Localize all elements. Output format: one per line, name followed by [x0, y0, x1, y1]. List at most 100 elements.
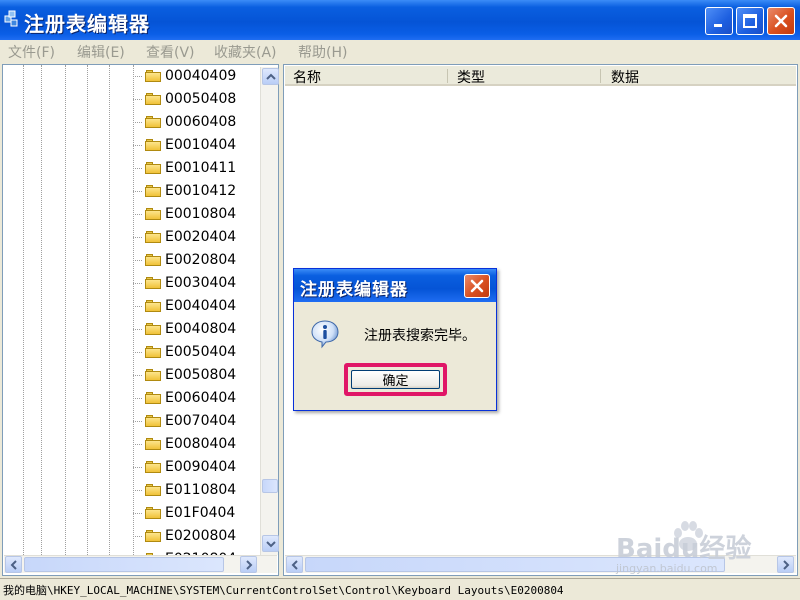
column-type[interactable]: 类型 [457, 67, 485, 87]
tree-horizontal-scrollbar[interactable] [4, 555, 277, 573]
tree-item-label: E0110804 [165, 482, 237, 498]
tree-item-label: E0090404 [165, 459, 237, 475]
registry-tree[interactable]: 00040409 00050408 00060408 E0010404 E0010411… [2, 64, 279, 576]
close-button[interactable] [767, 7, 795, 35]
tree-item-label: E0010411 [165, 160, 237, 176]
tree-item-label: E0020804 [165, 252, 237, 268]
tree-item[interactable]: E0020404 [133, 227, 236, 247]
tree-guide-line [87, 65, 88, 555]
tree-item-label: E01F0404 [165, 505, 236, 521]
folder-icon [145, 323, 161, 335]
tree-guide-line [65, 65, 66, 555]
tree-item[interactable]: E0020804 [133, 250, 236, 270]
folder-icon [145, 162, 161, 174]
chevron-down-icon [265, 540, 276, 547]
scroll-down-button[interactable] [262, 535, 279, 552]
folder-icon [145, 70, 161, 82]
tree-item[interactable]: 00040409 [133, 66, 236, 86]
tree-connector [133, 259, 142, 261]
tree-item[interactable]: E01F0404 [133, 503, 235, 523]
tree-guide-line [109, 65, 110, 555]
tree-item[interactable]: E0040804 [133, 319, 236, 339]
folder-icon [145, 484, 161, 496]
minimize-icon [714, 24, 722, 27]
tree-item[interactable]: 00050408 [133, 89, 236, 109]
tree-connector [133, 213, 142, 215]
tree-item-label: E0200804 [165, 528, 237, 544]
tree-item[interactable]: E0010412 [133, 181, 236, 201]
tree-item[interactable]: E0200804 [133, 526, 236, 546]
tree-item[interactable]: E0090404 [133, 457, 236, 477]
tree-connector [133, 305, 142, 307]
maximize-icon [743, 14, 757, 28]
minimize-button[interactable] [705, 7, 733, 35]
registry-editor-window: 注册表编辑器 文件(F) 编辑(E) 查看(V) 收藏夹(A) 帮助(H) 00… [0, 0, 800, 600]
folder-icon [145, 530, 161, 542]
column-divider[interactable] [600, 69, 601, 83]
menu-file[interactable]: 文件(F) [8, 42, 55, 62]
folder-icon [145, 208, 161, 220]
tree-connector [133, 98, 142, 100]
tree-item[interactable]: E0010804 [133, 204, 236, 224]
column-divider[interactable] [447, 69, 448, 83]
tree-item[interactable]: E0050404 [133, 342, 236, 362]
tree-item-label: 00060408 [165, 114, 237, 130]
tree-connector [133, 351, 142, 353]
dialog-title: 注册表编辑器 [300, 280, 408, 300]
scroll-up-button[interactable] [262, 68, 279, 85]
scroll-left-button[interactable] [5, 556, 22, 573]
status-path: 我的电脑\HKEY_LOCAL_MACHINE\SYSTEM\CurrentCo… [3, 584, 564, 597]
chevron-left-icon [291, 559, 298, 570]
close-icon [470, 279, 484, 293]
ok-button[interactable]: 确定 [351, 370, 440, 389]
tree-item[interactable]: E0050804 [133, 365, 236, 385]
folder-icon [145, 392, 161, 404]
tree-connector [133, 466, 142, 468]
tree-connector [133, 443, 142, 445]
tree-connector [133, 75, 142, 77]
folder-icon [145, 300, 161, 312]
scroll-left-button[interactable] [286, 556, 303, 573]
tree-item-label: E0010404 [165, 137, 237, 153]
tree-item-label: E0050404 [165, 344, 237, 360]
list-header: 名称 类型 数据 [285, 66, 796, 86]
tree-item[interactable]: E0110804 [133, 480, 236, 500]
ok-button-highlight: 确定 [344, 363, 447, 396]
tree-vertical-scrollbar[interactable] [260, 67, 279, 555]
title-bar[interactable]: 注册表编辑器 [0, 0, 800, 40]
folder-icon [145, 438, 161, 450]
tree-item[interactable]: E0060404 [133, 388, 236, 408]
menu-favorites[interactable]: 收藏夹(A) [214, 42, 277, 62]
tree-item[interactable]: E0030404 [133, 273, 236, 293]
tree-item-label: E0050804 [165, 367, 237, 383]
tree-item[interactable]: 00060408 [133, 112, 236, 132]
tree-item[interactable]: E0070404 [133, 411, 236, 431]
menu-view[interactable]: 查看(V) [146, 42, 195, 62]
tree-item[interactable]: E0010404 [133, 135, 236, 155]
tree-item-label: 00040409 [165, 68, 237, 84]
menu-edit[interactable]: 编辑(E) [77, 42, 125, 62]
dialog-title-bar[interactable]: 注册表编辑器 [294, 269, 496, 302]
menu-bar: 文件(F) 编辑(E) 查看(V) 收藏夹(A) 帮助(H) [0, 40, 800, 62]
menu-help[interactable]: 帮助(H) [298, 42, 347, 62]
column-name[interactable]: 名称 [293, 67, 321, 87]
tree-connector [133, 236, 142, 238]
dialog-close-button[interactable] [464, 274, 490, 298]
tree-item[interactable]: E0010411 [133, 158, 236, 178]
folder-icon [145, 277, 161, 289]
tree-connector [133, 190, 142, 192]
tree-item-label: E0010804 [165, 206, 237, 222]
chevron-left-icon [10, 559, 17, 570]
scroll-right-button[interactable] [240, 556, 257, 573]
tree-scroll-thumb[interactable] [262, 479, 278, 493]
folder-icon [145, 93, 161, 105]
tree-item[interactable]: E0080404 [133, 434, 236, 454]
tree-hscroll-thumb[interactable] [24, 557, 224, 572]
tree-item[interactable]: E0040404 [133, 296, 236, 316]
tree-connector [133, 535, 142, 537]
window-title: 注册表编辑器 [24, 12, 150, 36]
baidu-watermark: Baidu经验 jingyan.baidu.com [610, 520, 790, 580]
tree-connector [133, 167, 142, 169]
column-data[interactable]: 数据 [611, 67, 639, 87]
maximize-button[interactable] [736, 7, 764, 35]
